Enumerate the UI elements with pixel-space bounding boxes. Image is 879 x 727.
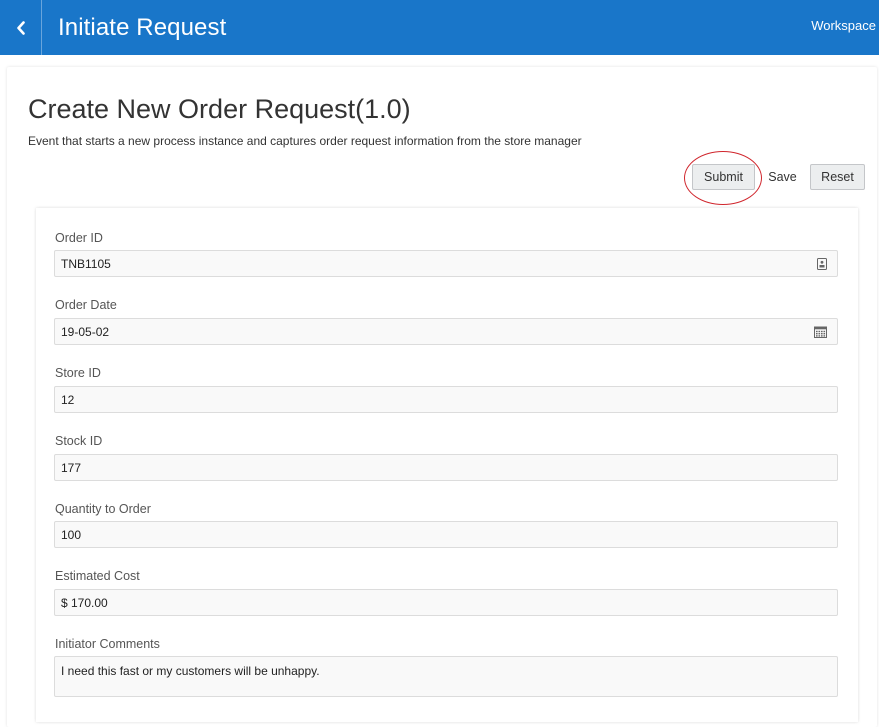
stock-id-field[interactable]: 177 bbox=[54, 454, 838, 481]
quantity-field[interactable]: 100 bbox=[54, 521, 838, 548]
calendar-icon[interactable] bbox=[814, 326, 827, 338]
page-title: Create New Order Request(1.0) bbox=[28, 94, 411, 124]
chevron-left-icon bbox=[16, 20, 26, 35]
order-date-label: Order Date bbox=[55, 298, 117, 312]
order-id-label: Order ID bbox=[55, 231, 103, 245]
stock-id-value: 177 bbox=[61, 460, 82, 475]
store-id-label: Store ID bbox=[55, 366, 101, 380]
estimated-cost-label: Estimated Cost bbox=[55, 569, 140, 583]
order-date-field[interactable]: 19-05-02 bbox=[54, 318, 838, 345]
reset-button[interactable]: Reset bbox=[810, 164, 865, 190]
estimated-cost-field[interactable]: $ 170.00 bbox=[54, 589, 838, 616]
page-description: Event that starts a new process instance… bbox=[28, 134, 582, 148]
store-id-value: 12 bbox=[61, 392, 75, 407]
order-id-value: TNB1105 bbox=[61, 256, 111, 271]
submit-button[interactable]: Submit bbox=[692, 164, 755, 190]
quantity-label: Quantity to Order bbox=[55, 502, 151, 516]
store-id-field[interactable]: 12 bbox=[54, 386, 838, 413]
order-date-value: 19-05-02 bbox=[61, 324, 110, 339]
initiator-comments-label: Initiator Comments bbox=[55, 637, 160, 651]
stock-id-label: Stock ID bbox=[55, 434, 103, 448]
initiator-comments-value: I need this fast or my customers will be… bbox=[61, 664, 320, 678]
order-id-field[interactable]: TNB1105 bbox=[54, 250, 838, 277]
back-button[interactable] bbox=[0, 0, 42, 55]
id-badge-icon bbox=[817, 257, 827, 270]
top-bar: Initiate Request Workspace bbox=[0, 0, 879, 55]
estimated-cost-value: $ 170.00 bbox=[61, 595, 108, 610]
quantity-value: 100 bbox=[61, 527, 82, 542]
initiator-comments-field[interactable]: I need this fast or my customers will be… bbox=[54, 656, 838, 697]
workspace-link[interactable]: Workspace bbox=[811, 18, 876, 33]
header-title: Initiate Request bbox=[58, 13, 227, 41]
save-button[interactable]: Save bbox=[761, 164, 804, 190]
